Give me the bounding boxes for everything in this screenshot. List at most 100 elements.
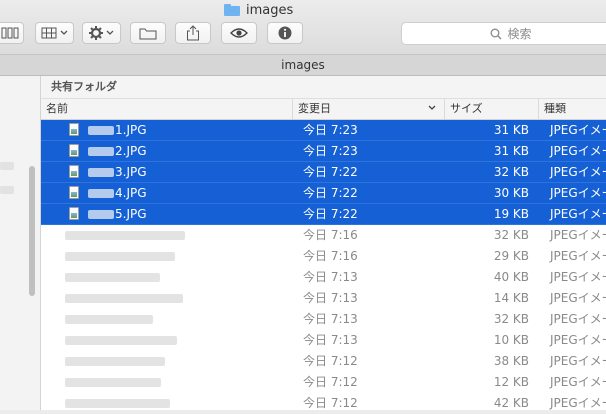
quick-look-button[interactable] bbox=[221, 22, 257, 44]
chevron-down-icon bbox=[60, 30, 68, 35]
file-kind: JPEGイメージ bbox=[550, 228, 606, 242]
file-date: 今日 7:16 bbox=[303, 228, 358, 242]
file-row[interactable]: 今日 7:16 29 KB JPEGイメージ bbox=[41, 246, 606, 267]
file-name: 5.JPG bbox=[115, 207, 147, 221]
redacted-filename bbox=[65, 315, 153, 324]
eye-icon bbox=[230, 28, 248, 38]
new-folder-icon bbox=[139, 28, 157, 39]
file-row[interactable]: 今日 7:13 32 KB JPEGイメージ bbox=[41, 309, 606, 330]
file-row[interactable]: 今日 7:12 12 KB JPEGイメージ bbox=[41, 372, 606, 393]
group-view-icon bbox=[41, 27, 57, 39]
file-kind: JPEGイメージ bbox=[550, 123, 606, 137]
file-row[interactable]: 今日 7:13 14 KB JPEGイメージ bbox=[41, 288, 606, 309]
info-icon bbox=[278, 26, 292, 40]
group-header: 共有フォルダ bbox=[41, 76, 606, 98]
redacted-filename bbox=[65, 294, 183, 303]
new-folder-button[interactable] bbox=[130, 22, 166, 44]
file-date: 今日 7:13 bbox=[303, 312, 358, 326]
file-kind: JPEGイメージ bbox=[550, 396, 606, 410]
file-size: 42 KB bbox=[493, 396, 529, 410]
file-date: 今日 7:22 bbox=[303, 207, 358, 221]
file-kind: JPEGイメージ bbox=[550, 207, 606, 221]
file-row[interactable]: 3.JPG 今日 7:22 32 KB JPEGイメージ bbox=[41, 162, 606, 183]
file-size: 32 KB bbox=[493, 228, 529, 242]
file-kind: JPEGイメージ bbox=[550, 291, 606, 305]
file-row[interactable]: 5.JPG 今日 7:22 19 KB JPEGイメージ bbox=[41, 204, 606, 225]
file-row[interactable]: 4.JPG 今日 7:22 30 KB JPEGイメージ bbox=[41, 183, 606, 204]
file-date: 今日 7:23 bbox=[303, 123, 358, 137]
sidebar-item[interactable] bbox=[0, 162, 14, 170]
group-view-button[interactable] bbox=[35, 22, 74, 44]
share-icon bbox=[187, 25, 199, 41]
jpeg-file-icon bbox=[69, 123, 79, 136]
file-size: 32 KB bbox=[493, 165, 529, 179]
redacted-filename bbox=[88, 189, 114, 198]
file-row[interactable]: 今日 7:13 10 KB JPEGイメージ bbox=[41, 330, 606, 351]
column-header-date[interactable]: 変更日 bbox=[292, 99, 444, 119]
file-size: 31 KB bbox=[493, 144, 529, 158]
sort-chevron-icon bbox=[428, 105, 436, 110]
sidebar bbox=[0, 76, 41, 410]
chevron-down-icon bbox=[106, 30, 114, 35]
redacted-filename bbox=[65, 273, 160, 282]
file-size: 29 KB bbox=[493, 249, 529, 263]
file-kind: JPEGイメージ bbox=[550, 144, 606, 158]
column-view-icon bbox=[1, 27, 19, 39]
file-size: 12 KB bbox=[493, 375, 529, 389]
search-placeholder: 検索 bbox=[507, 27, 532, 41]
file-row[interactable]: 今日 7:16 32 KB JPEGイメージ bbox=[41, 225, 606, 246]
redacted-filename bbox=[88, 126, 114, 135]
redacted-filename bbox=[65, 399, 170, 408]
file-date: 今日 7:13 bbox=[303, 270, 358, 284]
redacted-filename bbox=[65, 252, 175, 261]
path-bar: images bbox=[0, 54, 606, 76]
file-kind: JPEGイメージ bbox=[550, 249, 606, 263]
redacted-filename bbox=[88, 210, 114, 219]
column-header-kind[interactable]: 種類 bbox=[538, 99, 606, 119]
file-row[interactable]: 今日 7:12 38 KB JPEGイメージ bbox=[41, 351, 606, 372]
get-info-button[interactable] bbox=[267, 22, 303, 44]
jpeg-file-icon bbox=[69, 165, 79, 178]
file-date: 今日 7:12 bbox=[303, 354, 358, 368]
action-menu-button[interactable] bbox=[82, 22, 121, 44]
file-name: 3.JPG bbox=[115, 165, 147, 179]
column-view-button[interactable] bbox=[0, 22, 24, 44]
file-name: 2.JPG bbox=[115, 144, 147, 158]
file-kind: JPEGイメージ bbox=[550, 333, 606, 347]
window-title-text: images bbox=[246, 2, 294, 18]
gear-icon bbox=[89, 26, 103, 40]
jpeg-file-icon bbox=[69, 144, 79, 157]
redacted-filename bbox=[65, 378, 161, 387]
file-row[interactable]: 2.JPG 今日 7:23 31 KB JPEGイメージ bbox=[41, 141, 606, 162]
file-kind: JPEGイメージ bbox=[550, 312, 606, 326]
file-kind: JPEGイメージ bbox=[550, 165, 606, 179]
column-headers: 名前 変更日 サイズ 種類 bbox=[41, 98, 606, 120]
file-size: 10 KB bbox=[493, 333, 529, 347]
window-title: images bbox=[224, 2, 293, 18]
file-kind: JPEGイメージ bbox=[550, 375, 606, 389]
file-row[interactable]: 今日 7:13 40 KB JPEGイメージ bbox=[41, 267, 606, 288]
sidebar-scrollbar[interactable] bbox=[29, 166, 35, 296]
file-name: 4.JPG bbox=[115, 186, 147, 200]
file-size: 31 KB bbox=[493, 123, 529, 137]
file-size: 14 KB bbox=[493, 291, 529, 305]
jpeg-file-icon bbox=[69, 207, 79, 220]
share-button[interactable] bbox=[175, 22, 211, 44]
redacted-filename bbox=[65, 336, 177, 345]
folder-icon bbox=[224, 4, 240, 16]
file-size: 38 KB bbox=[493, 354, 529, 368]
file-name: 1.JPG bbox=[115, 123, 147, 137]
redacted-filename bbox=[88, 147, 114, 156]
column-header-size[interactable]: サイズ bbox=[444, 99, 538, 119]
file-kind: JPEGイメージ bbox=[550, 270, 606, 284]
redacted-filename bbox=[88, 168, 114, 177]
column-header-name[interactable]: 名前 bbox=[41, 99, 292, 119]
search-icon bbox=[491, 28, 502, 39]
search-field[interactable]: 検索 bbox=[401, 22, 606, 45]
file-date: 今日 7:22 bbox=[303, 186, 358, 200]
sidebar-item[interactable] bbox=[0, 186, 14, 194]
file-row[interactable]: 1.JPG 今日 7:23 31 KB JPEGイメージ bbox=[41, 120, 606, 141]
file-date: 今日 7:12 bbox=[303, 396, 358, 410]
file-date: 今日 7:13 bbox=[303, 291, 358, 305]
file-row[interactable]: 今日 7:12 42 KB JPEGイメージ bbox=[41, 393, 606, 414]
